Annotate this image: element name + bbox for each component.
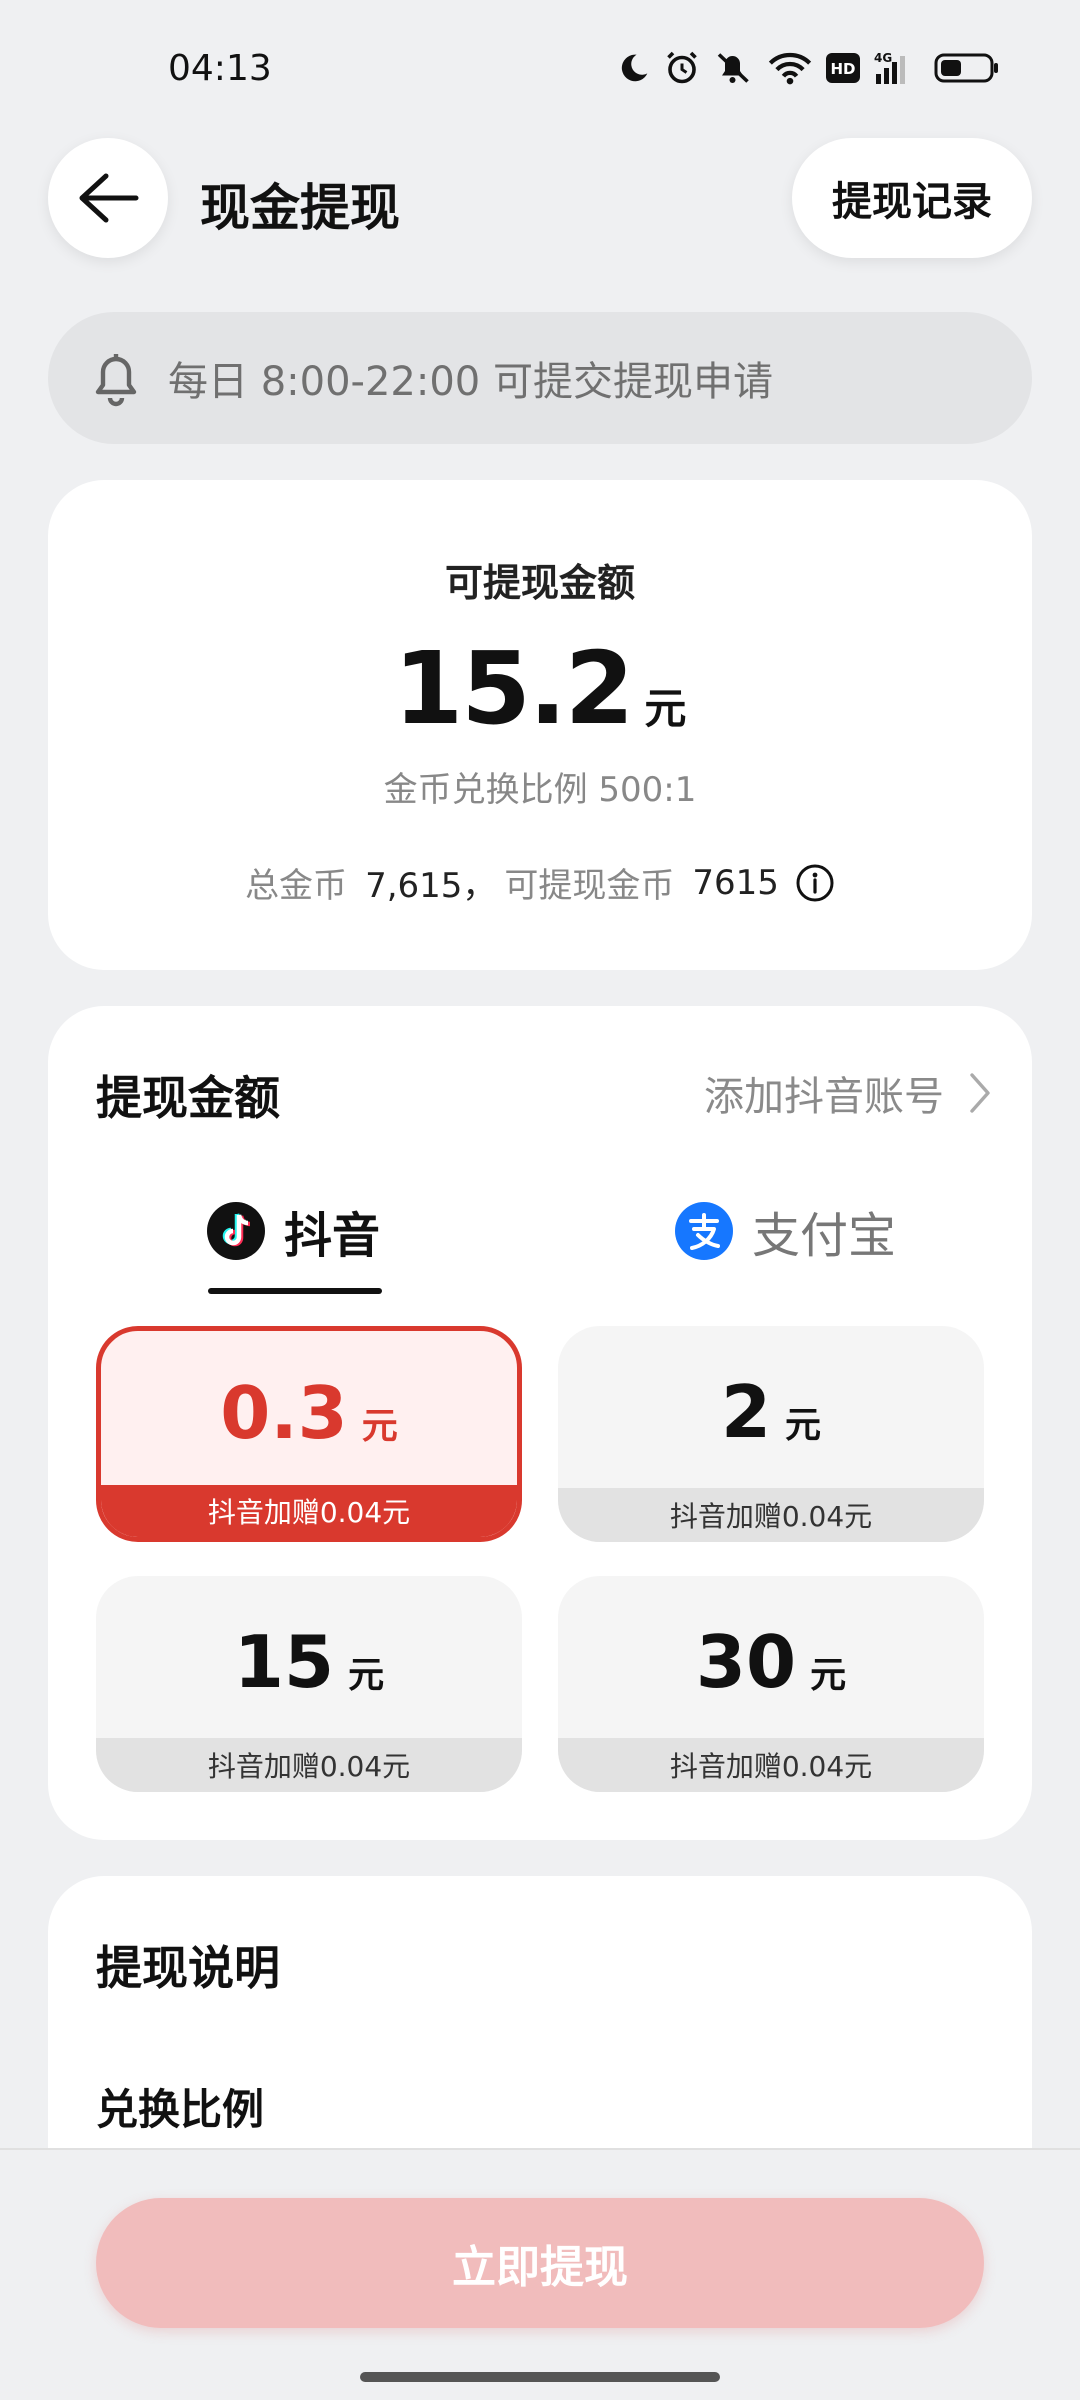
withdraw-record-button[interactable]: 提现记录 bbox=[792, 138, 1032, 258]
withdraw-now-button[interactable]: 立即提现 bbox=[96, 2198, 984, 2328]
balance-value: 15.2 bbox=[393, 630, 635, 747]
douyin-logo-icon bbox=[207, 1202, 265, 1260]
battery-icon bbox=[934, 53, 998, 83]
moon-icon bbox=[621, 54, 648, 82]
alarm-icon bbox=[667, 51, 697, 84]
balance-card: 可提现金额 15.2 元 金币兑换比例 500:1 总金币 7,615， 可提现… bbox=[48, 480, 1032, 970]
amount-option-0-3[interactable]: 0.3 元 抖音加赠0.04元 bbox=[96, 1326, 522, 1542]
info-icon[interactable] bbox=[795, 863, 835, 903]
option-bonus: 抖音加赠0.04元 bbox=[96, 1738, 522, 1792]
back-button[interactable] bbox=[48, 138, 168, 258]
add-account-label: 添加抖音账号 bbox=[704, 1074, 944, 1120]
option-bonus: 抖音加赠0.04元 bbox=[558, 1738, 984, 1792]
info-subtitle: 兑换比例 bbox=[96, 2085, 265, 2134]
exchange-rate: 金币兑换比例 500:1 bbox=[383, 770, 697, 810]
option-bonus: 抖音加赠0.04元 bbox=[101, 1485, 517, 1537]
coin-summary: 总金币 7,615， 可提现金币 7615 bbox=[48, 858, 1032, 907]
hd-icon: HD bbox=[826, 53, 860, 83]
option-value: 2 bbox=[720, 1370, 772, 1454]
balance-label: 可提现金额 bbox=[444, 561, 635, 605]
notice-banner: 每日 8:00-22:00 可提交提现申请 bbox=[48, 312, 1032, 444]
option-value-row: 15 元 bbox=[96, 1576, 522, 1738]
available-coins-value: 7615 bbox=[692, 862, 779, 903]
amount-option-15[interactable]: 15 元 抖音加赠0.04元 bbox=[96, 1576, 522, 1792]
option-unit: 元 bbox=[785, 1405, 822, 1446]
mute-icon bbox=[717, 53, 749, 83]
bell-icon bbox=[95, 354, 137, 407]
option-value-row: 2 元 bbox=[558, 1326, 984, 1488]
svg-text:HD: HD bbox=[830, 60, 855, 78]
top-bar: 现金提现 提现记录 bbox=[0, 138, 1080, 258]
tab-alipay[interactable]: 支付宝 bbox=[674, 1196, 896, 1266]
status-time: 04:13 bbox=[168, 48, 272, 89]
option-unit: 元 bbox=[348, 1655, 385, 1696]
info-section-title: 提现说明 bbox=[96, 1941, 280, 1995]
total-coins-label: 总金币 bbox=[245, 866, 348, 906]
tab-alipay-label: 支付宝 bbox=[752, 1208, 897, 1264]
tab-douyin[interactable]: 抖音 bbox=[206, 1196, 380, 1266]
option-bonus: 抖音加赠0.04元 bbox=[558, 1488, 984, 1542]
notice-text: 每日 8:00-22:00 可提交提现申请 bbox=[168, 359, 773, 405]
option-value: 30 bbox=[695, 1620, 797, 1704]
status-bar: 04:13 HD 4G bbox=[0, 0, 1080, 140]
option-unit: 元 bbox=[361, 1406, 398, 1447]
add-douyin-account-link[interactable]: 添加抖音账号 bbox=[704, 1064, 992, 1122]
wifi-icon bbox=[768, 52, 812, 85]
status-icons: HD 4G bbox=[618, 50, 1000, 86]
balance-unit: 元 bbox=[644, 684, 687, 733]
option-value: 15 bbox=[233, 1620, 335, 1704]
option-value: 0.3 bbox=[220, 1371, 348, 1455]
tab-active-indicator bbox=[208, 1288, 382, 1294]
total-coins-value: 7,615， bbox=[365, 866, 497, 906]
available-coins-label: 可提现金币 bbox=[504, 866, 675, 906]
balance-amount: 15.2 元 bbox=[48, 630, 1032, 747]
option-value-row: 0.3 元 bbox=[101, 1331, 517, 1493]
signal-4g-icon: 4G bbox=[874, 51, 905, 84]
svg-text:4G: 4G bbox=[874, 51, 892, 65]
amount-section-title: 提现金额 bbox=[96, 1071, 280, 1125]
home-indicator[interactable] bbox=[360, 2372, 720, 2382]
chevron-right-icon bbox=[970, 1073, 990, 1113]
back-arrow-icon bbox=[79, 173, 139, 223]
amount-option-30[interactable]: 30 元 抖音加赠0.04元 bbox=[558, 1576, 984, 1792]
bottom-action-bar: 立即提现 bbox=[0, 2148, 1080, 2400]
withdraw-amount-card: 提现金额 添加抖音账号 抖音 支付宝 0.3 元 抖音加赠0.04元 2 元 抖… bbox=[48, 1006, 1032, 1840]
page-title: 现金提现 bbox=[200, 179, 400, 237]
option-value-row: 30 元 bbox=[558, 1576, 984, 1738]
payment-tabs: 抖音 支付宝 bbox=[48, 1196, 1032, 1306]
option-unit: 元 bbox=[810, 1655, 847, 1696]
amount-option-2[interactable]: 2 元 抖音加赠0.04元 bbox=[558, 1326, 984, 1542]
alipay-logo-icon bbox=[675, 1202, 733, 1260]
tab-douyin-label: 抖音 bbox=[284, 1208, 381, 1264]
